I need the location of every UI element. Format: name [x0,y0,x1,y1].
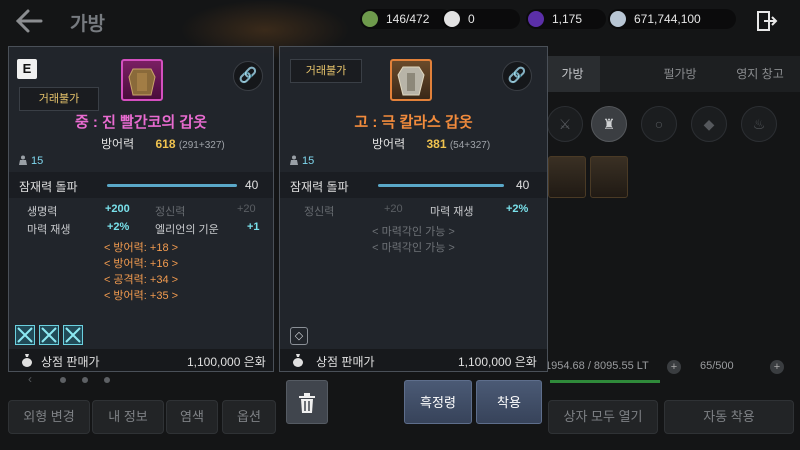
page-dot [104,377,110,383]
potion-category-icon[interactable]: ♨ [741,106,777,142]
trade-restriction-tag: 거래불가 [290,59,362,83]
inventory-tabs: 가방 펄가방 영지 창고 [545,56,800,92]
grade-person-icon [19,155,27,165]
weapon-category-icon[interactable]: ⚔ [547,106,583,142]
grade-person-icon [290,155,298,165]
item-name: 고 : 극 칼라스 갑옷 [354,114,473,131]
item-name: 중 : 진 빨간코의 갑옷 [74,114,208,131]
grade-number: 15 [302,155,315,167]
trade-restriction-tag: 거래불가 [19,87,99,111]
stamina-currency: 146/472 [360,9,452,29]
inventory-count: 65/500 [700,360,734,372]
money-bag-icon [293,354,303,367]
category-icons: ⚔ ♜ ○ ◆ ♨ [545,100,800,148]
equip-button[interactable]: 착용 [476,380,542,424]
grade-badge: E [17,59,37,79]
auto-equip-button[interactable]: 자동 착용 [664,400,794,434]
bonus-line: < 마력각인 가능 > [372,242,455,254]
bonus-line: < 방어력: +16 > [103,258,179,270]
pager-prev-icon[interactable]: ‹ [28,372,32,386]
page-dot [82,377,88,383]
exit-icon[interactable] [756,10,778,32]
pearl-currency: 0 [442,9,520,29]
item-image [121,59,163,101]
crystal-category-icon[interactable]: ◆ [691,106,727,142]
dye-button[interactable]: 염색 [166,400,218,434]
trash-icon [299,393,315,413]
silver-currency: 671,744,100 [608,9,736,29]
defense-row: 방어력 381 (54+327) [372,137,491,151]
potential-row: 잠재력 돌파 40 [280,172,547,198]
item-image [390,59,432,101]
page-title: 가방 [70,14,105,35]
link-icon[interactable]: 🔗 [502,61,532,91]
bonus-line: < 방어력: +35 > [103,290,179,302]
potential-bar [107,184,237,187]
my-info-button[interactable]: 내 정보 [92,400,164,434]
potential-bar [378,184,504,187]
back-arrow-icon[interactable] [14,8,44,34]
stamina-icon [362,11,378,27]
black-spirit-button[interactable]: 흑정령 [404,380,472,424]
armor-category-icon[interactable]: ♜ [591,106,627,142]
grade-number: 15 [31,155,44,167]
black-gem-currency: 1,175 [526,9,606,29]
inventory-slot[interactable] [590,156,628,198]
tab-storage[interactable]: 영지 창고 [720,56,800,92]
inventory-slot[interactable] [548,156,586,198]
discard-button[interactable] [286,380,328,424]
sell-price-row: 상점 판매가 1,100,000 은화 [280,349,547,371]
ring-category-icon[interactable]: ○ [641,106,677,142]
defense-row: 방어력 618 (291+327) [101,137,225,151]
pearl-icon [444,11,460,27]
selected-item-tooltip: 거래불가 🔗 고 : 극 칼라스 갑옷 방어력 381 (54+327) 15 … [279,46,548,372]
crystal-icon [15,325,35,345]
option-button[interactable]: 옵션 [222,400,276,434]
weight-text: 1954.68 / 8095.55 LT [545,360,649,372]
empty-gem-slot-icon: ◇ [290,327,308,345]
bonus-line: < 공격력: +34 > [103,274,179,286]
bonus-line: < 마력각인 가능 > [372,226,455,238]
open-all-boxes-button[interactable]: 상자 모두 열기 [548,400,658,434]
black-gem-icon [528,11,544,27]
page-dot [60,377,66,383]
bonus-line: < 방어력: +18 > [103,242,179,254]
appearance-button[interactable]: 외형 변경 [8,400,90,434]
crystal-icon [63,325,83,345]
equipped-item-tooltip: E 거래불가 🔗 중 : 진 빨간코의 갑옷 방어력 618 (291+327)… [8,46,274,372]
crystal-icon [39,325,59,345]
weight-bar [550,380,660,383]
sell-price-row: 상점 판매가 1,100,000 은화 [9,349,273,371]
top-bar: 가방 146/472 0 1,175 671,744,100 [0,0,800,44]
tab-pearl-bag[interactable]: 펄가방 [640,56,720,92]
add-weight-icon[interactable]: + [667,360,681,374]
add-slot-icon[interactable]: + [770,360,784,374]
money-bag-icon [22,354,32,367]
tab-bag[interactable]: 가방 [545,56,600,92]
potential-row: 잠재력 돌파 40 [9,172,273,198]
silver-icon [610,11,626,27]
link-icon[interactable]: 🔗 [233,61,263,91]
